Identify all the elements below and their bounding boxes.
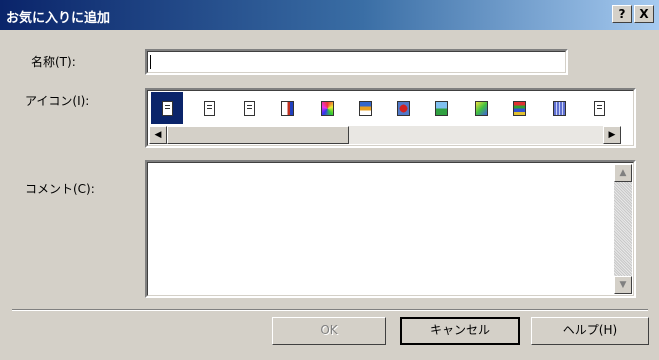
scroll-left-icon[interactable]: ◀ <box>149 126 167 144</box>
scroll-thumb[interactable] <box>167 126 349 144</box>
window-title: お気に入りに追加 <box>6 11 111 26</box>
icon-label: アイコン(I): <box>25 94 90 108</box>
name-label: 名称(T): <box>31 55 76 69</box>
divider <box>12 309 648 311</box>
comment-label: コメント(C): <box>25 182 95 196</box>
icon-strip <box>149 92 617 124</box>
scroll-down-icon[interactable]: ▼ <box>614 276 632 294</box>
scroll-right-icon[interactable]: ▶ <box>603 126 621 144</box>
close-icon[interactable]: X <box>634 5 654 23</box>
text-document-icon[interactable] <box>233 92 265 124</box>
color-wheel-icon[interactable] <box>311 92 343 124</box>
red-image-icon[interactable] <box>387 92 419 124</box>
striped-document-icon[interactable] <box>503 92 535 124</box>
ok-button[interactable]: OK <box>272 317 386 345</box>
icon-horizontal-scrollbar[interactable]: ◀ ▶ <box>149 126 621 144</box>
comment-vertical-scrollbar[interactable]: ▲ ▼ <box>614 164 632 294</box>
title-bar: お気に入りに追加 ? X <box>0 0 659 30</box>
gray-document-icon[interactable] <box>583 92 615 124</box>
report-icon[interactable] <box>271 92 303 124</box>
notes-icon[interactable] <box>193 92 225 124</box>
text-caret <box>150 55 151 69</box>
icon-listview[interactable]: ◀ ▶ <box>145 88 636 148</box>
gradient-image-icon[interactable] <box>465 92 497 124</box>
help-icon[interactable]: ? <box>612 5 632 23</box>
colored-document-icon[interactable] <box>349 92 381 124</box>
comment-textarea[interactable]: ▲ ▼ <box>145 160 636 298</box>
help-button[interactable]: ヘルプ(H) <box>531 317 649 345</box>
cancel-button[interactable]: キャンセル <box>400 317 520 345</box>
document-icon[interactable] <box>151 92 183 124</box>
name-input[interactable] <box>145 49 568 75</box>
landscape-image-icon[interactable] <box>425 92 457 124</box>
scroll-up-icon[interactable]: ▲ <box>614 164 632 182</box>
blue-document-icon[interactable] <box>543 92 575 124</box>
